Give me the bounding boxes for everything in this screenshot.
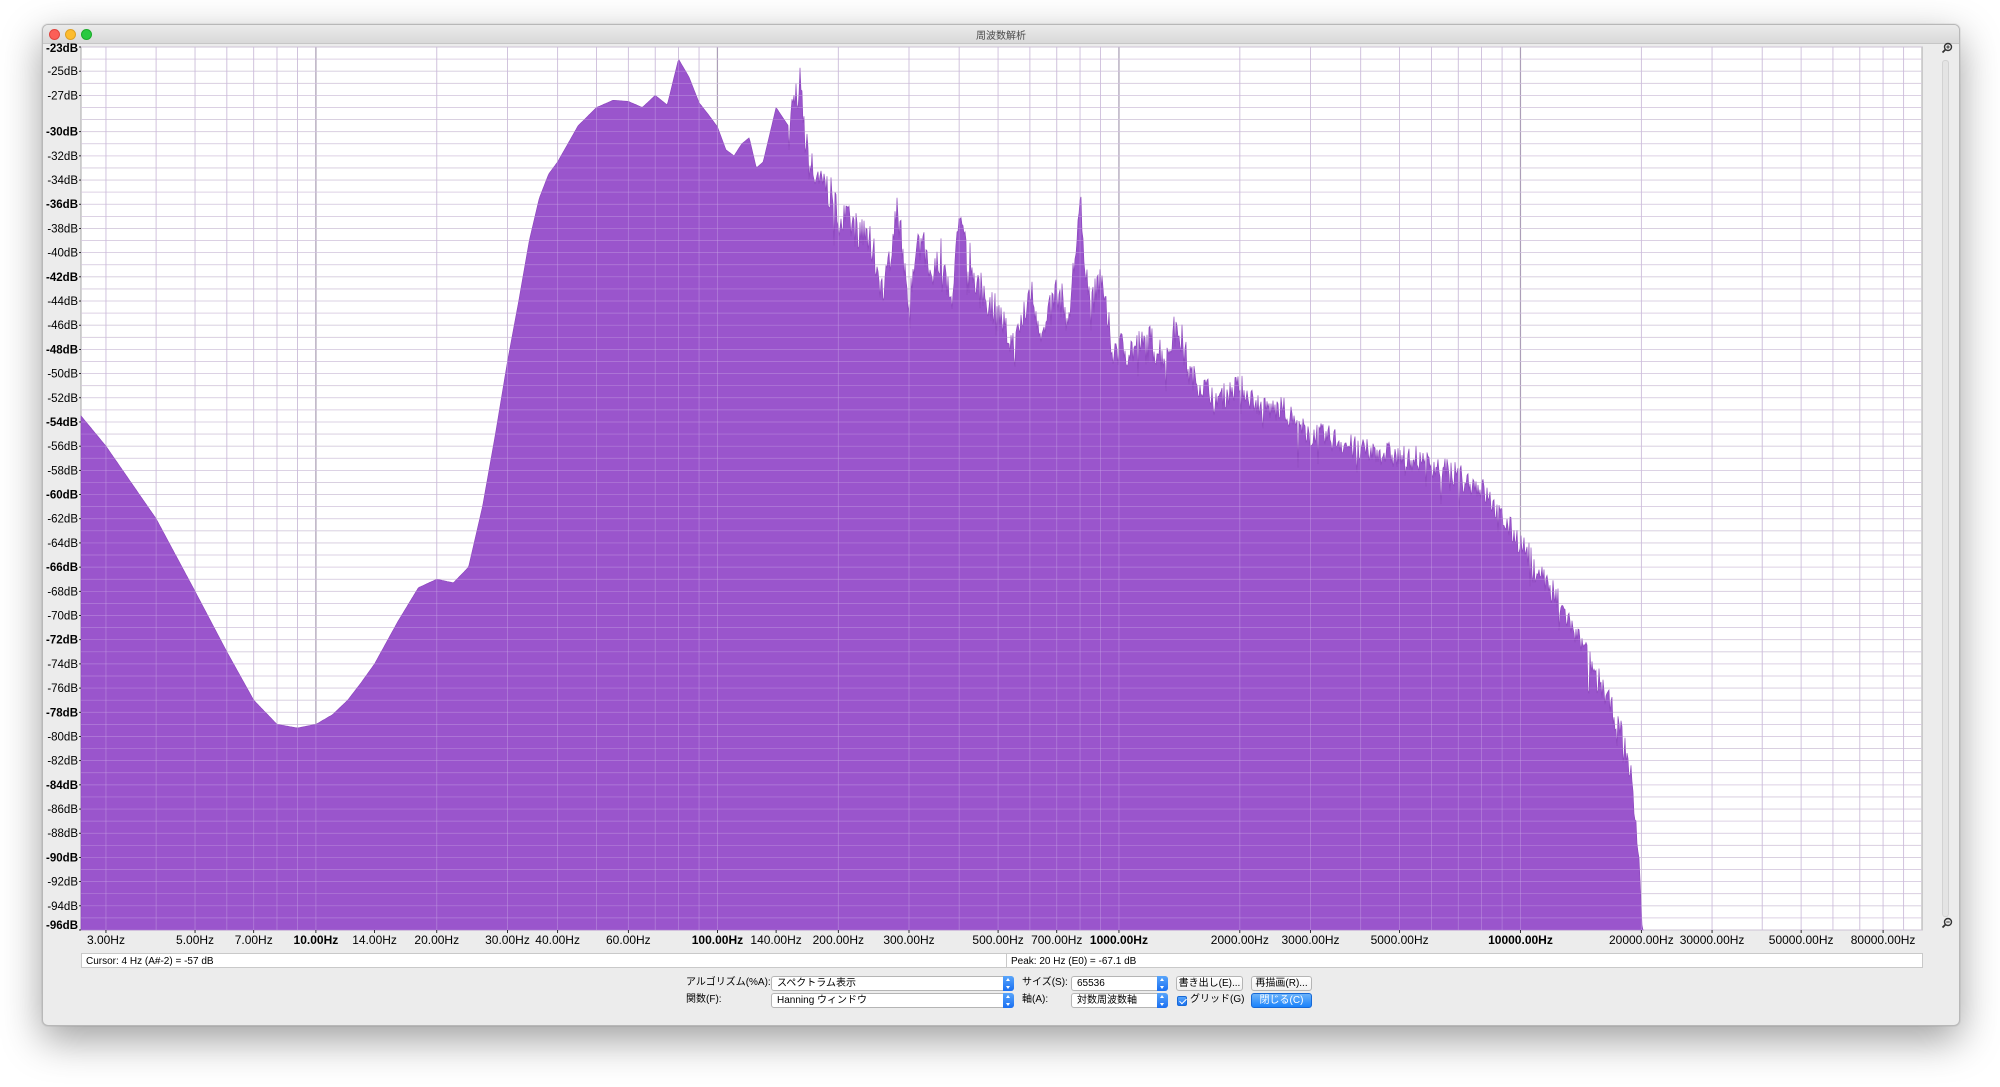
y-tick-label: -36dB — [46, 199, 78, 211]
y-tick-label: -42dB — [46, 272, 78, 284]
cursor-readout: Cursor: 4 Hz (A#-2) = -57 dB — [81, 953, 1007, 968]
vertical-zoom-slider-track[interactable] — [1942, 60, 1949, 917]
x-tick-label: 60.00Hz — [606, 933, 651, 947]
y-tick-label: -74dB — [47, 659, 78, 671]
x-tick-label: 20.00Hz — [414, 933, 459, 947]
y-tick-label: -68dB — [47, 586, 78, 598]
x-tick-label: 300.00Hz — [883, 933, 934, 947]
y-tick-label: -46dB — [47, 320, 78, 332]
y-tick-label: -80dB — [47, 731, 78, 743]
peak-readout: Peak: 20 Hz (E0) = -67.1 dB — [1006, 953, 1923, 968]
y-tick-label: -32dB — [47, 151, 78, 163]
x-tick-label: 3000.00Hz — [1282, 933, 1340, 947]
y-tick-label: -66dB — [46, 562, 78, 574]
y-axis-ticks: -23dB -25dB -27dB -30dB -32dB -34dB -36dB -38dB… — [46, 43, 81, 932]
export-button[interactable]: 書き出し(E)... — [1176, 976, 1243, 991]
size-select[interactable]: 65536 — [1071, 976, 1168, 991]
zoom-out-icon[interactable] — [1941, 917, 1953, 929]
y-tick-label: -82dB — [47, 756, 78, 768]
x-axis-ticks: 3.00Hz 5.00Hz 7.00Hz 10.00Hz 14.00Hz 20.00Hz 3… — [87, 930, 1916, 947]
grid-checkbox[interactable] — [1177, 996, 1187, 1006]
x-tick-label: 20000.00Hz — [1609, 933, 1674, 947]
y-tick-label: -92dB — [47, 877, 78, 889]
select-arrows-icon — [1157, 976, 1168, 991]
x-tick-label: 30.00Hz — [485, 933, 530, 947]
y-tick-label: -34dB — [47, 175, 78, 187]
axis-select[interactable]: 対数周波数軸 — [1071, 993, 1168, 1008]
x-tick-label: 7.00Hz — [235, 933, 273, 947]
size-select-value: 65536 — [1077, 978, 1105, 989]
x-tick-label: 140.00Hz — [750, 933, 801, 947]
grid-checkbox-label[interactable]: グリッド(G) — [1190, 993, 1244, 1007]
select-arrows-icon — [1003, 976, 1014, 991]
x-tick-label: 40.00Hz — [535, 933, 580, 947]
y-tick-label: -96dB — [46, 920, 78, 932]
zoom-in-icon[interactable] — [1941, 42, 1953, 54]
function-select[interactable]: Hanning ウィンドウ — [771, 993, 1014, 1008]
y-tick-label: -78dB — [46, 707, 78, 719]
x-tick-label: 3.00Hz — [87, 933, 125, 947]
y-tick-label: -54dB — [46, 417, 78, 429]
select-arrows-icon — [1003, 993, 1014, 1008]
size-label: サイズ(S): — [1022, 977, 1068, 988]
select-arrows-icon — [1157, 993, 1168, 1008]
y-tick-label: -44dB — [47, 296, 78, 308]
replot-button[interactable]: 再描画(R)... — [1251, 976, 1312, 991]
y-tick-label: -60dB — [46, 490, 78, 502]
function-label: 関数(F): — [686, 994, 722, 1005]
y-tick-label: -86dB — [47, 804, 78, 816]
y-tick-label: -23dB — [46, 43, 78, 55]
y-tick-label: -72dB — [46, 635, 78, 647]
x-tick-label: 5.00Hz — [176, 933, 214, 947]
axis-select-value: 対数周波数軸 — [1077, 995, 1137, 1006]
spectrum-chart[interactable]: -23dB -25dB -27dB -30dB -32dB -34dB -36dB -38dB… — [0, 0, 2000, 1087]
y-tick-label: -62dB — [47, 514, 78, 526]
axis-label: 軸(A): — [1022, 994, 1049, 1005]
y-tick-label: -88dB — [47, 828, 78, 840]
y-tick-label: -40dB — [47, 248, 78, 260]
x-tick-label: 50000.00Hz — [1769, 933, 1834, 947]
y-tick-label: -76dB — [47, 683, 78, 695]
x-tick-label: 100.00Hz — [692, 933, 743, 947]
y-tick-label: -50dB — [47, 369, 78, 381]
x-tick-label: 80000.00Hz — [1851, 933, 1916, 947]
x-tick-label: 14.00Hz — [352, 933, 397, 947]
y-tick-label: -70dB — [47, 611, 78, 623]
close-button[interactable]: 閉じる(C) — [1251, 993, 1312, 1008]
y-tick-label: -30dB — [46, 127, 78, 139]
algorithm-select[interactable]: スペクトラム表示 — [771, 976, 1014, 991]
y-tick-label: -64dB — [47, 538, 78, 550]
y-tick-label: -56dB — [47, 441, 78, 453]
y-tick-label: -94dB — [47, 901, 78, 913]
x-tick-label: 5000.00Hz — [1371, 933, 1429, 947]
x-tick-label: 30000.00Hz — [1680, 933, 1745, 947]
y-tick-label: -27dB — [47, 90, 78, 102]
algorithm-select-value: スペクトラム表示 — [777, 978, 856, 989]
x-tick-label: 10.00Hz — [294, 933, 339, 947]
x-tick-label: 200.00Hz — [813, 933, 864, 947]
y-tick-label: -84dB — [46, 780, 78, 792]
y-tick-label: -25dB — [47, 66, 78, 78]
algorithm-label: アルゴリズム(%A): — [686, 977, 771, 988]
function-select-value: Hanning ウィンドウ — [777, 995, 868, 1006]
x-tick-label: 500.00Hz — [972, 933, 1023, 947]
x-tick-label: 1000.00Hz — [1090, 933, 1148, 947]
y-tick-label: -58dB — [47, 465, 78, 477]
x-tick-label: 10000.00Hz — [1488, 933, 1553, 947]
x-tick-label: 2000.00Hz — [1211, 933, 1269, 947]
y-tick-label: -48dB — [46, 344, 78, 356]
y-tick-label: -52dB — [47, 393, 78, 405]
y-tick-label: -38dB — [47, 223, 78, 235]
x-tick-label: 700.00Hz — [1031, 933, 1082, 947]
y-tick-label: -90dB — [46, 852, 78, 864]
